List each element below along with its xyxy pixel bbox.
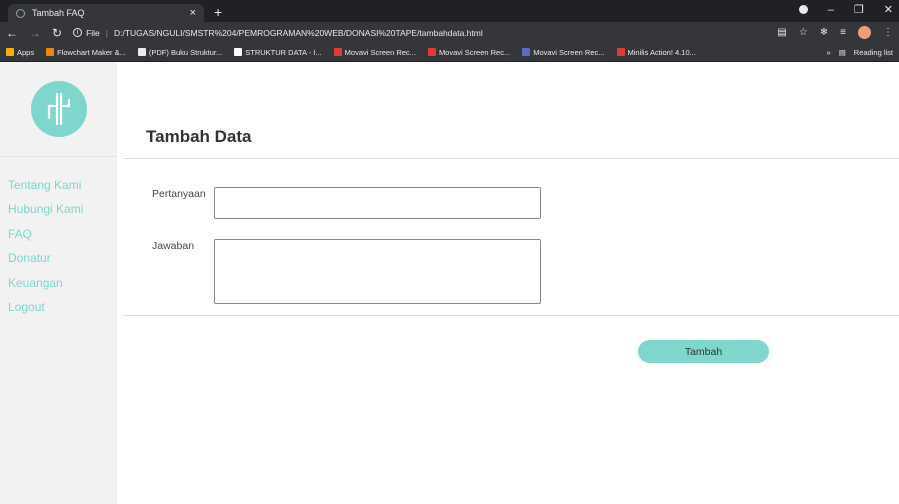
logo[interactable] — [30, 81, 87, 137]
sidebar: Tentang Kami Hubungi Kami FAQ Donatur Ke… — [0, 62, 117, 504]
browser-tab-bar: Tambah FAQ × + – ❐ ✕ — [0, 0, 899, 22]
answer-textarea[interactable] — [214, 239, 541, 304]
browser-tab[interactable]: Tambah FAQ × — [8, 4, 204, 22]
tambah-button[interactable]: Tambah — [638, 340, 769, 363]
bookmark-favicon-icon — [522, 48, 531, 56]
bookmark-star-icon[interactable]: ☆ — [799, 27, 808, 38]
divider-top — [123, 158, 899, 159]
globe-icon — [16, 8, 25, 18]
bookmark-item[interactable]: Minilis Action! 4.10... — [616, 47, 696, 57]
apps-grid-icon — [6, 48, 14, 56]
question-label: Pertanyaan — [152, 188, 206, 200]
main-content: Tambah Data Pertanyaan Jawaban Tambah — [117, 62, 899, 504]
minimize-icon[interactable]: – — [828, 4, 834, 16]
bookmark-item[interactable]: Apps — [6, 48, 34, 57]
question-input[interactable] — [214, 187, 541, 219]
toolbar-actions: ▤ ☆ ❄ ≡ ⋮ — [777, 26, 893, 39]
bookmark-favicon-icon — [616, 48, 625, 56]
reading-list-link[interactable]: Reading list — [854, 48, 893, 57]
divider-bottom — [123, 315, 899, 316]
media-icon[interactable]: ≡ — [840, 27, 846, 38]
browser-toolbar: ← → ↻ i File | D:/TUGAS/NGULI/SMSTR%204/… — [0, 22, 899, 43]
page-title: Tambah Data — [146, 127, 252, 146]
reload-icon[interactable]: ↻ — [52, 26, 62, 40]
bookmark-item[interactable]: Movavi Screen Rec... — [522, 47, 605, 57]
bookmark-favicon-icon — [333, 48, 342, 56]
bookmark-favicon-icon — [234, 48, 243, 56]
bookmark-item[interactable]: STRUKTUR DATA - I... — [234, 47, 322, 57]
sidebar-item-logout[interactable]: Logout — [0, 295, 117, 319]
sidebar-item-keuangan[interactable]: Keuangan — [0, 271, 117, 295]
bookmark-item[interactable]: (PDF) Buku Struktur... — [137, 47, 223, 57]
extensions-icon[interactable]: ❄ — [820, 27, 828, 38]
back-icon[interactable]: ← — [6, 26, 18, 40]
bookmark-label: Apps — [17, 47, 35, 57]
sidebar-item-hubungi-kami[interactable]: Hubungi Kami — [0, 197, 117, 221]
sidebar-item-donatur[interactable]: Donatur — [0, 246, 117, 270]
sidebar-menu: Tentang Kami Hubungi Kami FAQ Donatur Ke… — [0, 157, 117, 319]
bookmark-label: Movavi Screen Rec... — [533, 47, 605, 57]
logo-area — [0, 62, 117, 157]
tab-title: Tambah FAQ — [32, 8, 85, 18]
close-window-icon[interactable]: ✕ — [884, 3, 893, 16]
url-separator: | — [105, 27, 108, 38]
address-bar[interactable]: i File | D:/TUGAS/NGULI/SMSTR%204/PEMROG… — [73, 28, 777, 38]
reading-list-icon[interactable]: ▤ — [839, 48, 846, 57]
bookmark-favicon-icon — [46, 48, 55, 56]
url-text: D:/TUGAS/NGULI/SMSTR%204/PEMROGRAMAN%20W… — [113, 27, 483, 38]
bookmark-label: STRUKTUR DATA - I... — [245, 47, 322, 57]
page: Tentang Kami Hubungi Kami FAQ Donatur Ke… — [0, 62, 899, 504]
bookmark-favicon-icon — [137, 48, 146, 56]
info-icon[interactable]: i — [73, 28, 83, 37]
restore-icon[interactable]: ❐ — [854, 3, 864, 16]
bookmark-label: Movavi Screen Rec... — [438, 47, 511, 57]
more-bookmarks-icon[interactable]: » — [827, 48, 831, 57]
logo-mark-icon — [47, 92, 70, 126]
translate-icon[interactable]: ▤ — [777, 27, 786, 38]
bookmark-label: (PDF) Buku Struktur... — [148, 47, 223, 57]
url-scheme-label: File — [86, 27, 100, 38]
forward-icon[interactable]: → — [29, 26, 41, 40]
bookmark-label: Flowchart Maker &... — [57, 47, 126, 57]
bookmarks-bar: Apps Flowchart Maker &... (PDF) Buku Struk… — [0, 43, 899, 62]
bookmarks-right: » ▤ Reading list — [827, 48, 893, 57]
sidebar-item-tentang-kami[interactable]: Tentang Kami — [0, 173, 117, 197]
tab-close-icon[interactable]: × — [190, 7, 196, 19]
answer-label: Jawaban — [152, 240, 195, 252]
bookmark-label: Minilis Action! 4.10... — [627, 47, 696, 57]
bookmark-label: Movavi Screen Rec... — [344, 47, 416, 57]
bookmark-item[interactable]: Flowchart Maker &... — [46, 48, 126, 57]
menu-icon[interactable]: ⋮ — [883, 27, 893, 38]
sidebar-item-faq[interactable]: FAQ — [0, 222, 117, 246]
window-controls: – ❐ ✕ — [798, 3, 893, 16]
avatar[interactable] — [858, 26, 871, 39]
new-tab-button[interactable]: + — [214, 4, 222, 20]
bookmark-favicon-icon — [427, 48, 436, 56]
bookmark-item[interactable]: Movavi Screen Rec... — [333, 47, 416, 57]
profile-dot-icon[interactable] — [798, 5, 808, 14]
bookmark-item[interactable]: Movavi Screen Rec... — [427, 47, 511, 57]
